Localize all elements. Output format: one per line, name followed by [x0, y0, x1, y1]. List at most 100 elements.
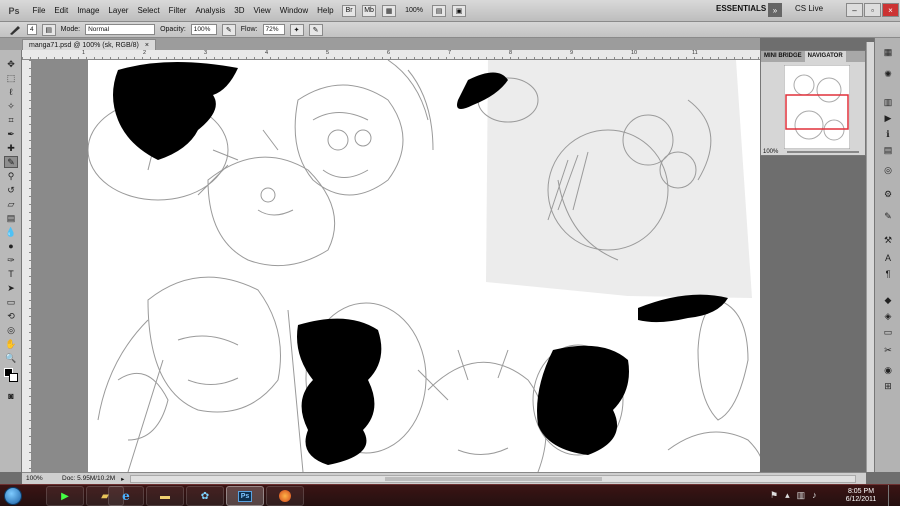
- histogram-panel-icon[interactable]: ▤: [881, 144, 895, 156]
- shape-tool-icon[interactable]: ▭: [4, 296, 18, 308]
- brush-panel-icon[interactable]: ▤: [41, 23, 56, 36]
- tab-navigator[interactable]: NAVIGATOR: [804, 51, 846, 62]
- menu-edit[interactable]: Edit: [50, 6, 73, 15]
- brush-presets-panel-icon[interactable]: ✎: [881, 210, 895, 222]
- taskbar-folder-icon[interactable]: ▬: [146, 486, 184, 506]
- marquee-tool-icon[interactable]: ⬚: [4, 72, 18, 84]
- menu-filter[interactable]: Filter: [164, 6, 191, 15]
- document-tab[interactable]: manga71.psd @ 100% (sk, RGB/8) ×: [22, 39, 156, 50]
- 3d-rotate-tool-icon[interactable]: ⟲: [4, 310, 18, 322]
- hand-tool-icon[interactable]: ✋: [4, 338, 18, 350]
- pressure-opacity-icon[interactable]: ✎: [221, 23, 236, 36]
- maximize-icon[interactable]: ▫: [864, 3, 881, 17]
- taskbar-windows-live-icon[interactable]: ✿: [186, 486, 224, 506]
- flow-field[interactable]: 72%: [262, 24, 285, 35]
- info-panel-icon[interactable]: ℹ: [881, 128, 895, 140]
- menu-layer[interactable]: Layer: [104, 6, 133, 15]
- tab-mini-bridge[interactable]: MINI BRIDGE: [761, 51, 805, 62]
- styles-panel-icon[interactable]: ◉: [881, 364, 895, 376]
- airbrush-icon[interactable]: ✦: [289, 23, 304, 36]
- taskbar-firefox-icon[interactable]: [266, 486, 304, 506]
- opacity-field[interactable]: 100%: [190, 24, 217, 35]
- action-center-icon[interactable]: ⚑: [770, 490, 778, 501]
- cs-live-button[interactable]: CS Live: [795, 4, 823, 13]
- taskbar-clock[interactable]: 8:05 PM 6/12/2011: [836, 488, 886, 504]
- menu-file[interactable]: File: [28, 6, 50, 15]
- mini-bridge-icon[interactable]: Mb: [362, 4, 377, 17]
- clone-stamp-tool-icon[interactable]: ⚲: [4, 170, 18, 182]
- arrange-documents-icon[interactable]: ▤: [432, 4, 446, 17]
- scroll-thumb[interactable]: [384, 476, 602, 481]
- pressure-size-icon[interactable]: ✎: [308, 23, 323, 36]
- history-panel-icon[interactable]: ▥: [881, 96, 895, 108]
- status-zoom[interactable]: 100%: [26, 475, 56, 482]
- zoom-tool-icon[interactable]: 🔍: [4, 352, 18, 364]
- vertical-scrollbar[interactable]: [866, 42, 874, 472]
- close-icon[interactable]: ×: [882, 3, 899, 17]
- 3d-panel-icon[interactable]: ◎: [881, 164, 895, 176]
- workspace-more-button[interactable]: »: [768, 3, 782, 17]
- minimize-icon[interactable]: –: [846, 3, 863, 17]
- paragraph-panel-icon[interactable]: ¶: [881, 268, 895, 280]
- brush-tool-selected-icon[interactable]: ✎: [4, 156, 18, 168]
- navigator-zoom[interactable]: 100%: [763, 149, 778, 155]
- network-icon[interactable]: ▥: [797, 490, 806, 501]
- horizontal-scrollbar[interactable]: [130, 474, 856, 483]
- navigator-thumbnail[interactable]: [784, 65, 850, 149]
- color-panel-icon[interactable]: ▦: [881, 46, 895, 58]
- show-desktop-button[interactable]: [888, 485, 900, 506]
- menu-3d[interactable]: 3D: [230, 6, 249, 15]
- paths-panel-icon[interactable]: ▭: [881, 326, 895, 338]
- swatches-panel-icon[interactable]: ⊞: [881, 380, 895, 392]
- quick-mask-icon[interactable]: ◙: [4, 390, 18, 402]
- mode-select[interactable]: Normal: [85, 24, 156, 35]
- start-button[interactable]: [4, 487, 22, 505]
- flag-icon[interactable]: ▴: [785, 490, 790, 501]
- extras-icon[interactable]: ▦: [382, 4, 397, 17]
- blur-tool-icon[interactable]: 💧: [4, 226, 18, 238]
- pen-tool-icon[interactable]: ✑: [4, 254, 18, 266]
- navigator-zoom-slider[interactable]: [787, 151, 859, 153]
- character-panel-icon[interactable]: A: [881, 252, 895, 264]
- bridge-icon[interactable]: Br: [342, 4, 357, 17]
- menu-view[interactable]: View: [249, 6, 275, 15]
- menu-analysis[interactable]: Analysis: [191, 6, 230, 15]
- clone-source-panel-icon[interactable]: ⚙: [881, 188, 895, 200]
- taskbar-photoshop-icon[interactable]: Ps: [226, 486, 264, 506]
- type-tool-icon[interactable]: T: [4, 268, 18, 280]
- path-select-tool-icon[interactable]: ➤: [4, 282, 18, 294]
- eyedropper-tool-icon[interactable]: ✒: [4, 128, 18, 140]
- brush-size-picker[interactable]: 4: [27, 24, 37, 35]
- canvas-area[interactable]: [32, 60, 760, 472]
- volume-icon[interactable]: ♪: [812, 490, 817, 501]
- history-brush-tool-icon[interactable]: ↺: [4, 184, 18, 196]
- color-swatches-icon[interactable]: [4, 368, 18, 382]
- taskbar-internet-explorer-icon[interactable]: e: [108, 486, 144, 506]
- tool-presets-panel-icon[interactable]: ⚒: [881, 234, 895, 246]
- masks-panel-icon[interactable]: ✂: [881, 344, 895, 356]
- status-menu-arrow-icon[interactable]: ▸: [121, 475, 124, 483]
- menu-window[interactable]: Window: [275, 6, 312, 15]
- workspace-switcher[interactable]: ESSENTIALS: [716, 4, 766, 13]
- gradient-tool-icon[interactable]: ▤: [4, 212, 18, 224]
- channels-panel-icon[interactable]: ◈: [881, 310, 895, 322]
- screen-mode-icon[interactable]: ▣: [452, 4, 466, 17]
- menu-help[interactable]: Help: [313, 6, 338, 15]
- lasso-tool-icon[interactable]: ℓ: [4, 86, 18, 98]
- crop-tool-icon[interactable]: ⌗: [4, 114, 18, 126]
- move-tool-icon[interactable]: ✥: [4, 58, 18, 70]
- adjustments-panel-icon[interactable]: ✺: [881, 68, 895, 80]
- taskbar-media-player-icon[interactable]: ▶: [46, 486, 84, 506]
- menu-image[interactable]: Image: [73, 6, 104, 15]
- actions-panel-icon[interactable]: ▶: [881, 112, 895, 124]
- healing-tool-icon[interactable]: ✚: [4, 142, 18, 154]
- eraser-tool-icon[interactable]: ▱: [4, 198, 18, 210]
- layers-panel-icon[interactable]: ◆: [881, 294, 895, 306]
- zoom-level-select[interactable]: 100%: [402, 7, 426, 14]
- 3d-orbit-tool-icon[interactable]: ◎: [4, 324, 18, 336]
- document-canvas[interactable]: [87, 60, 760, 472]
- brush-tool-icon[interactable]: [8, 24, 22, 36]
- menu-select[interactable]: Select: [133, 6, 164, 15]
- quick-select-tool-icon[interactable]: ✧: [4, 100, 18, 112]
- close-tab-icon[interactable]: ×: [145, 42, 149, 49]
